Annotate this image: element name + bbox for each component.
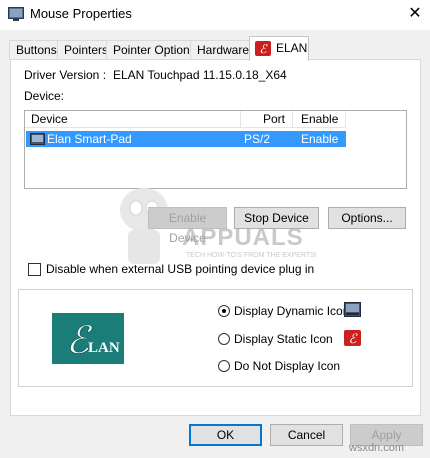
elan-tab-icon: ℰ (255, 41, 271, 56)
tab-buttons[interactable]: Buttons (9, 40, 64, 60)
display-dynamic-icon-label: Display Dynamic Icon (234, 304, 350, 318)
ok-button[interactable]: OK (189, 424, 262, 446)
tab-label: ELAN (276, 41, 308, 55)
display-dynamic-icon-radio[interactable] (218, 305, 230, 317)
enable-device-button[interactable]: Enable Device (148, 207, 227, 245)
device-section-label: Device: (24, 89, 65, 103)
mouse-properties-icon (8, 7, 24, 21)
stop-device-button[interactable]: Stop Device (234, 207, 319, 229)
device-enable-cell: Enable (301, 132, 339, 146)
tab-hardware[interactable]: Hardware (190, 40, 257, 60)
disable-usb-label: Disable when external USB pointing devic… (46, 262, 315, 276)
display-static-icon-radio[interactable] (218, 333, 230, 345)
watermark-subtext: TECH HOW-TO'S FROM THE EXPERTS! (186, 252, 317, 259)
column-header-enable[interactable]: Enable (293, 111, 346, 128)
column-header-port[interactable]: Port (241, 111, 293, 128)
window-title: Mouse Properties (30, 6, 132, 21)
device-port-cell: PS/2 (244, 132, 271, 146)
device-list[interactable]: Device Port Enable Elan Smart-Pad PS/2 E… (24, 110, 407, 189)
do-not-display-icon-radio[interactable] (218, 360, 230, 372)
static-icon-preview: ℰ (344, 330, 361, 346)
elan-logo: ℰ E LAN (52, 313, 124, 364)
tab-label: Pointers (64, 43, 109, 57)
site-watermark: wsxdn.com (349, 442, 405, 454)
svg-text:ℰ: ℰ (349, 331, 358, 346)
do-not-display-icon-label: Do Not Display Icon (234, 359, 341, 373)
touchpad-icon (30, 133, 45, 145)
options-button[interactable]: Options... (328, 207, 406, 229)
driver-version-label: Driver Version : (24, 68, 107, 82)
tab-label: Pointer Options (113, 43, 196, 57)
driver-version-value: ELAN Touchpad 11.15.0.18_X64 (113, 68, 287, 82)
tab-label: Buttons (16, 43, 57, 57)
cancel-button[interactable]: Cancel (270, 424, 343, 446)
tab-label: Hardware (197, 43, 250, 57)
column-header-device[interactable]: Device (25, 111, 241, 128)
elan-logo-text: LAN (88, 340, 120, 356)
dynamic-icon-preview (344, 302, 361, 317)
disable-usb-checkbox[interactable] (28, 263, 41, 276)
display-static-icon-label: Display Static Icon (234, 332, 333, 346)
tab-pointer-options[interactable]: Pointer Options (106, 40, 203, 60)
tab-elan[interactable]: ℰ ELAN (249, 36, 309, 61)
device-name-cell: Elan Smart-Pad (47, 132, 132, 146)
close-button[interactable]: ✕ (400, 0, 430, 28)
table-row[interactable]: Elan Smart-Pad PS/2 Enable (26, 131, 346, 147)
